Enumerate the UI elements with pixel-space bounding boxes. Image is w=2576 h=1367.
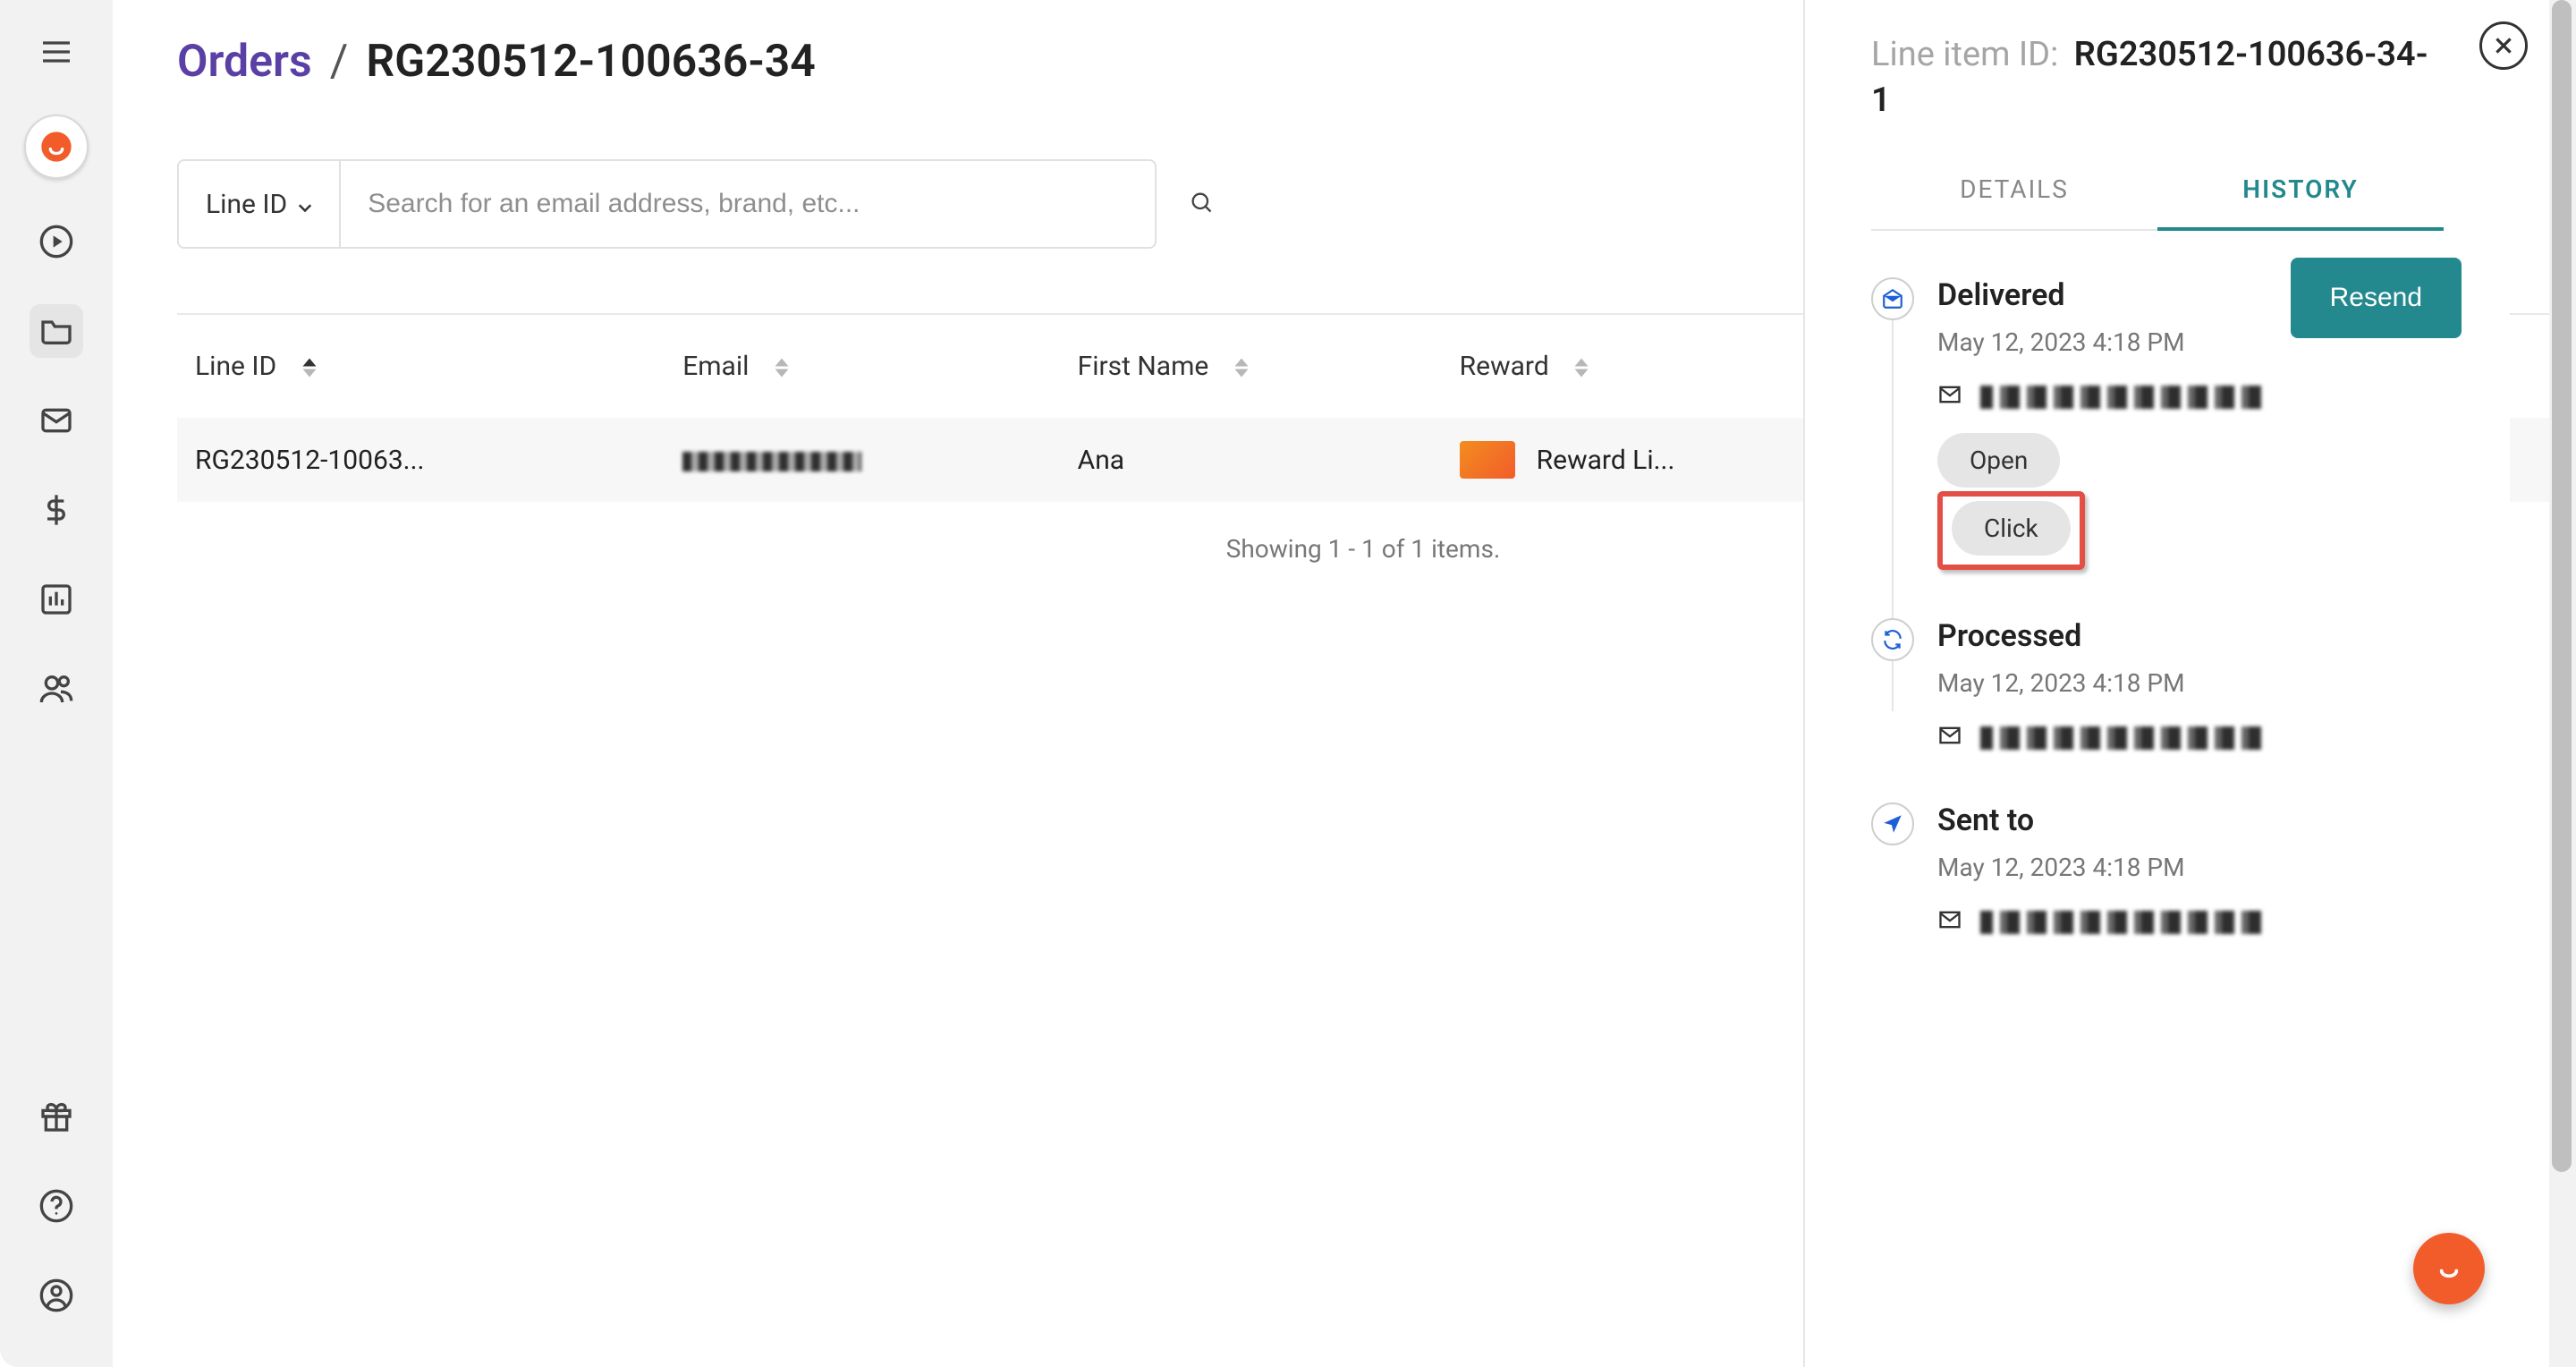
refresh-icon [1871,618,1914,661]
filter-selected-label: Line ID [206,189,287,220]
reward-thumb-icon [1460,441,1515,479]
timeline-title: Delivered [1937,277,2444,313]
browser-scrollbar[interactable] [2549,0,2576,1367]
col-first-name[interactable]: First Name [1060,314,1442,418]
chart-icon[interactable] [30,573,83,626]
chat-fab[interactable] [2413,1233,2485,1304]
line-item-id-label: Line item ID: [1871,35,2058,74]
timeline-email-row [1937,382,2444,413]
timeline-email-row [1937,723,2444,754]
envelope-icon [1937,907,1962,938]
tab-history[interactable]: HISTORY [2157,151,2444,231]
gift-icon[interactable] [30,1090,83,1143]
timeline-title: Processed [1937,618,2444,654]
timeline-date: May 12, 2023 4:18 PM [1937,327,2444,357]
line-item-id-heading: Line item ID: RG230512-100636-34-1 [1871,32,2444,124]
logo-icon[interactable] [24,115,89,179]
scrollbar-thumb[interactable] [2552,0,2572,1172]
redacted-email [1980,911,2267,934]
line-item-panel: Line item ID: RG230512-100636-34-1 DETAI… [1803,0,2510,1367]
redacted-email [1980,386,2267,409]
menu-icon[interactable] [30,25,83,79]
sidebar [0,0,113,1367]
sort-icon [774,357,790,378]
pill-click[interactable]: Click [1952,501,2071,556]
timeline: Resend Delivered May 12, 2023 4:18 PM [1805,231,2510,1033]
timeline-item-processed: Processed May 12, 2023 4:18 PM [1871,618,2444,754]
breadcrumb-root[interactable]: Orders [177,36,312,88]
col-line-id[interactable]: Line ID [177,314,665,418]
play-circle-icon[interactable] [30,215,83,268]
timeline-item-delivered: Delivered May 12, 2023 4:18 PM Open Clic… [1871,277,2444,570]
search-icon[interactable] [1189,190,1214,218]
timeline-item-sent: Sent to May 12, 2023 4:18 PM [1871,802,2444,938]
account-icon[interactable] [30,1269,83,1322]
close-icon[interactable] [2479,21,2528,70]
breadcrumb-separator: / [330,36,349,88]
panel-tabs: DETAILS HISTORY [1871,151,2444,231]
send-icon [1871,802,1914,845]
cell-email [665,418,1059,502]
cell-line-id: RG230512-10063... [195,445,424,476]
highlight-box: Click [1937,491,2085,570]
caret-down-icon [298,189,312,220]
main-content: Orders / RG230512-100636-34 Line ID [113,0,2549,1367]
timeline-date: May 12, 2023 4:18 PM [1937,668,2444,698]
redacted-email [1980,726,2267,750]
help-icon[interactable] [30,1179,83,1233]
timeline-date: May 12, 2023 4:18 PM [1937,853,2444,882]
search-input[interactable] [366,188,1130,220]
cell-first-name: Ana [1060,418,1442,502]
col-email[interactable]: Email [665,314,1059,418]
envelope-icon [1937,382,1962,413]
folder-icon[interactable] [30,304,83,358]
sort-icon [301,357,318,378]
dollar-icon[interactable] [30,483,83,537]
filter-dropdown[interactable]: Line ID [177,159,339,249]
tab-details[interactable]: DETAILS [1871,151,2157,229]
sort-icon [1573,357,1589,378]
timeline-title: Sent to [1937,802,2444,838]
mail-icon[interactable] [30,394,83,447]
pill-open[interactable]: Open [1937,433,2060,488]
breadcrumb-current: RG230512-100636-34 [366,36,815,88]
timeline-email-row [1937,907,2444,938]
people-icon[interactable] [30,662,83,716]
search-input-wrap [339,159,1157,249]
mail-open-icon [1871,277,1914,320]
sort-icon [1233,357,1250,378]
envelope-icon [1937,723,1962,754]
